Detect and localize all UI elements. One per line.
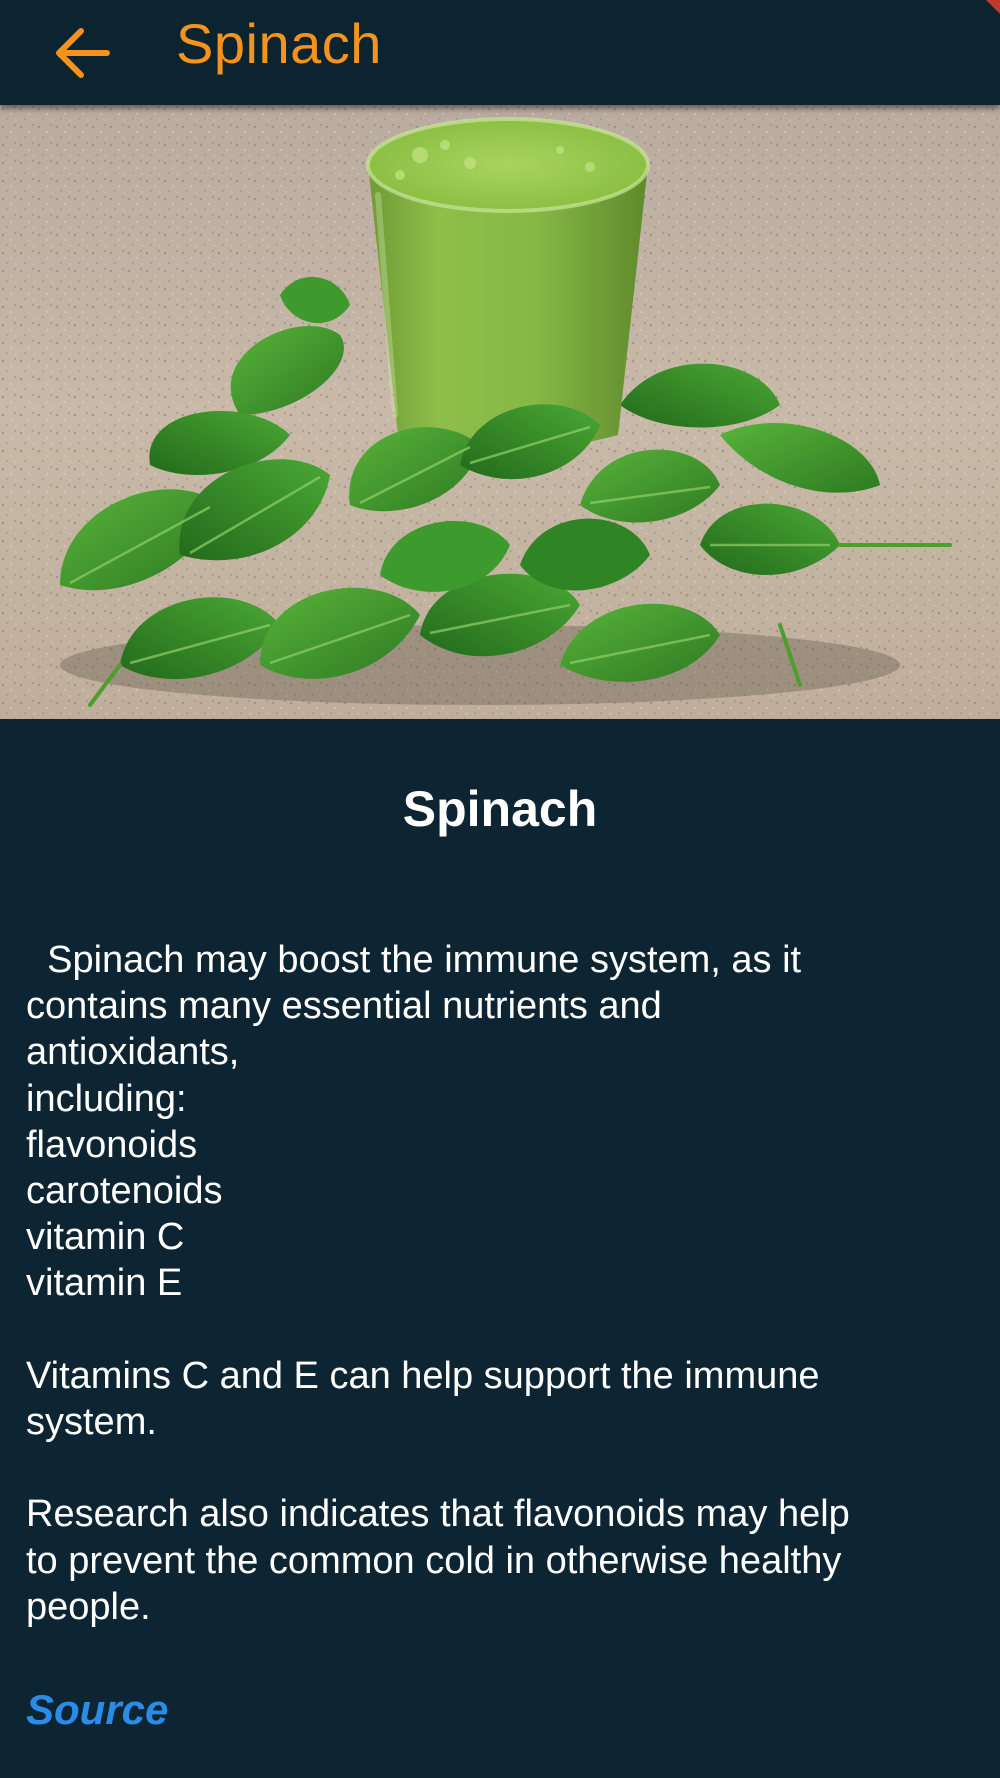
article-title: Spinach [402,781,598,837]
article-line [26,1307,976,1353]
article-line: to prevent the common cold in otherwise … [26,1539,842,1582]
back-button[interactable] [40,10,126,96]
article-line: contains many essential nutrients and [26,985,662,1028]
article-line: vitamin E [26,1262,183,1305]
article-line: including: [26,1077,187,1120]
corner-indicator [986,0,1000,14]
spinach-smoothie-illustration [0,105,1000,719]
article-line: antioxidants, [26,1031,240,1074]
article-line: Spinach may boost the immune system, as … [26,939,802,981]
article-line: vitamin C [26,1216,185,1259]
article-line: Vitamins C and E can help support the im… [26,1354,820,1397]
hero-image [0,105,1000,719]
page-title: Spinach [176,12,382,75]
article-line: Research also indicates that flavonoids … [26,1493,850,1536]
app-bar: Spinach [0,0,1000,105]
article-body: Spinach may boost the immune system, as … [26,937,976,1630]
source-link[interactable]: Source [26,1685,168,1735]
article-line: carotenoids [26,1170,223,1213]
article-line: flavonoids [26,1123,198,1166]
article-line: people. [26,1585,151,1628]
arrow-left-icon [56,28,110,78]
article-line [26,1445,976,1491]
article-line: system. [26,1401,157,1444]
